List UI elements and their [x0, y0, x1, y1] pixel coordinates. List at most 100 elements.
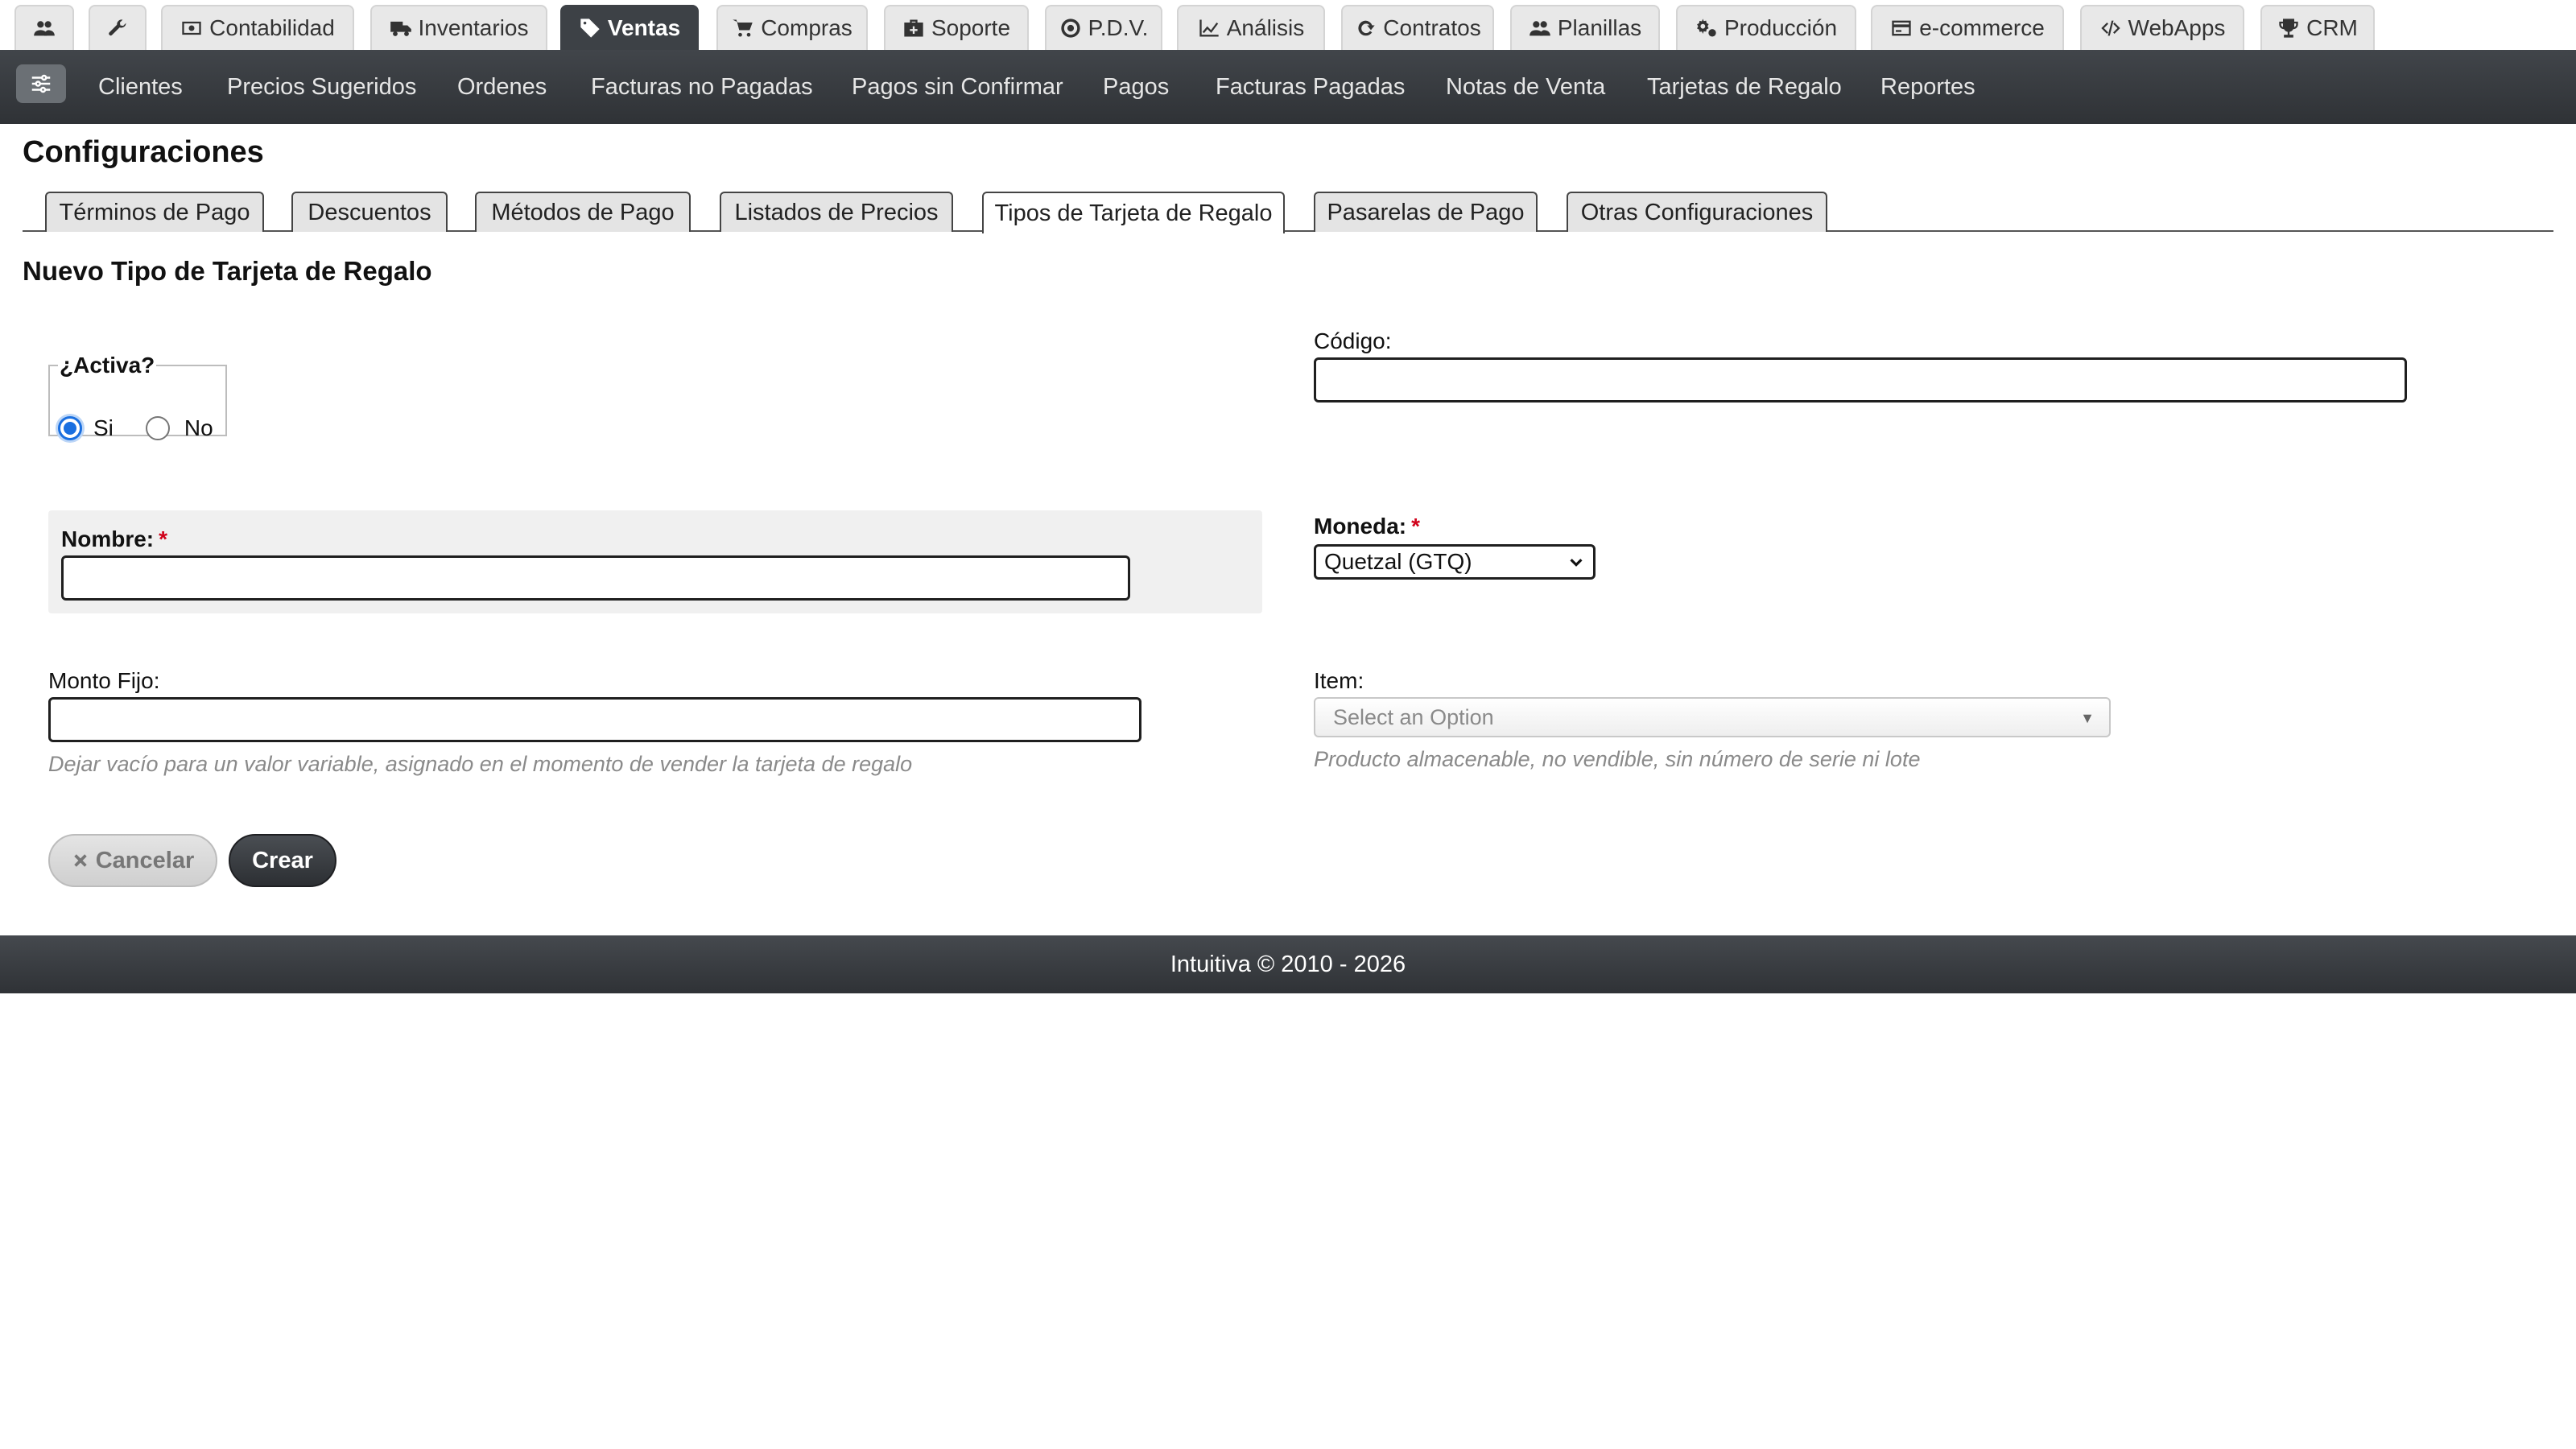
submenu-item-facturas-pagadas[interactable]: Facturas Pagadas [1216, 50, 1405, 124]
module-tab-label: e-commerce [1919, 15, 2045, 40]
sales-submenu: Clientes Precios Sugeridos Ordenes Factu… [0, 50, 2576, 124]
nombre-label: Nombre: * [61, 526, 167, 552]
submenu-item-clientes[interactable]: Clientes [98, 50, 183, 124]
module-tab-ecommerce[interactable]: e-commerce [1871, 5, 2064, 50]
submenu-item-pagos-sin-confirmar[interactable]: Pagos sin Confirmar [852, 50, 1063, 124]
module-tab-label: Contratos [1383, 15, 1481, 40]
module-tab-pdv[interactable]: P.D.V. [1045, 5, 1162, 50]
module-tab-ventas[interactable]: Ventas [560, 5, 699, 50]
config-tab-descuentos[interactable]: Descuentos [291, 192, 448, 232]
module-tab-label: P.D.V. [1088, 15, 1149, 40]
submenu-item-pagos[interactable]: Pagos [1103, 50, 1169, 124]
users-icon [1530, 21, 1550, 36]
cancel-button-label: Cancelar [95, 847, 195, 873]
create-button[interactable]: Crear [229, 834, 336, 887]
required-marker: * [159, 526, 168, 551]
submenu-item-precios-sugeridos[interactable]: Precios Sugeridos [227, 50, 416, 124]
cancel-button[interactable]: Cancelar [48, 834, 217, 887]
create-button-label: Crear [252, 847, 313, 873]
medkit-icon [904, 19, 923, 37]
page-title: Configuraciones [23, 135, 264, 169]
active-legend: ¿Activa? [60, 353, 155, 378]
module-tab-label: Compras [761, 15, 852, 40]
monto-fijo-input[interactable] [48, 697, 1141, 742]
nombre-input[interactable] [61, 555, 1130, 601]
module-tab-label: Análisis [1226, 15, 1305, 40]
config-tab-otras-configuraciones[interactable]: Otras Configuraciones [1567, 192, 1827, 232]
active-no-radio[interactable] [145, 416, 170, 440]
footer: Intuitiva © 2010 - 2026 [0, 935, 2576, 993]
submenu-item-ordenes[interactable]: Ordenes [457, 50, 547, 124]
close-icon [74, 854, 87, 867]
item-placeholder: Select an Option [1333, 704, 1494, 729]
module-tab-label: Contabilidad [209, 15, 335, 40]
moneda-label-text: Moneda: [1314, 514, 1407, 539]
caret-down-icon: ▼ [2080, 710, 2095, 726]
item-label: Item: [1314, 668, 1364, 693]
item-help: Producto almacenable, no vendible, sin n… [1314, 747, 1921, 771]
cogs-icon [1697, 19, 1716, 37]
item-select[interactable]: Select an Option ▼ [1314, 697, 2111, 737]
module-tab-contabilidad[interactable]: Contabilidad [161, 5, 354, 50]
sliders-icon [31, 74, 51, 93]
module-tab-produccion[interactable]: Producción [1676, 5, 1856, 50]
config-tab-listados-de-precios[interactable]: Listados de Precios [720, 192, 953, 232]
submenu-item-tarjetas-de-regalo[interactable]: Tarjetas de Regalo [1647, 50, 1842, 124]
chevron-down-icon [1570, 559, 1583, 567]
active-yes-label: Si [93, 415, 114, 440]
credit-card-icon [1892, 20, 1911, 36]
module-tab-label: Inventarios [418, 15, 529, 40]
truck-icon [390, 21, 411, 36]
wrench-icon [109, 19, 126, 36]
required-marker: * [1411, 514, 1421, 539]
active-radio-group: ¿Activa? Si No [48, 353, 227, 440]
module-tab-planillas[interactable]: Planillas [1510, 5, 1660, 50]
active-options: Si No [58, 415, 213, 441]
config-tab-metodos-de-pago[interactable]: Métodos de Pago [475, 192, 691, 232]
module-tab-label: Soporte [931, 15, 1011, 40]
module-tab-compras[interactable]: Compras [716, 5, 868, 50]
section-title: Nuevo Tipo de Tarjeta de Regalo [23, 256, 432, 286]
moneda-selected-value: Quetzal (GTQ) [1324, 549, 1472, 574]
submenu-item-notas-de-venta[interactable]: Notas de Venta [1446, 50, 1605, 124]
cart-icon [733, 19, 753, 37]
submenu-toggle-button[interactable] [16, 64, 66, 103]
nombre-label-text: Nombre: [61, 526, 155, 551]
module-tab-crm[interactable]: CRM [2260, 5, 2375, 50]
module-tab-soporte[interactable]: Soporte [884, 5, 1029, 50]
moneda-label: Moneda: * [1314, 514, 1420, 539]
refresh-icon [1358, 20, 1375, 36]
active-yes-radio[interactable] [58, 416, 82, 440]
monto-fijo-help: Dejar vacío para un valor variable, asig… [48, 752, 913, 776]
config-tab-terminos-de-pago[interactable]: Términos de Pago [45, 192, 264, 232]
submenu-item-reportes[interactable]: Reportes [1880, 50, 1975, 124]
codigo-label: Código: [1314, 328, 1392, 353]
module-tab-bar: Contabilidad Inventarios Ventas Compras … [0, 0, 2576, 50]
config-tab-tipos-de-tarjeta-de-regalo[interactable]: Tipos de Tarjeta de Regalo [982, 192, 1285, 233]
module-tab-label: WebApps [2128, 15, 2226, 40]
module-tab-label: CRM [2306, 15, 2358, 40]
module-tab-label: Planillas [1557, 15, 1642, 40]
module-tab-label: Ventas [607, 15, 681, 40]
module-tab-tools[interactable] [89, 5, 147, 50]
submenu-item-facturas-no-pagadas[interactable]: Facturas no Pagadas [591, 50, 813, 124]
module-tab-label: Producción [1724, 15, 1838, 40]
module-tab-analisis[interactable]: Análisis [1177, 5, 1325, 50]
module-tab-inventarios[interactable]: Inventarios [370, 5, 547, 50]
codigo-input[interactable] [1314, 357, 2407, 402]
code-icon [2100, 20, 2120, 36]
module-tab-users[interactable] [14, 5, 74, 50]
module-tab-contratos[interactable]: Contratos [1341, 5, 1494, 50]
active-no-label: No [184, 415, 213, 440]
users-icon [34, 21, 55, 36]
tags-icon [580, 19, 600, 38]
line-chart-icon [1199, 19, 1219, 37]
money-icon [182, 21, 201, 35]
dot-circle-icon [1060, 19, 1080, 38]
config-tab-pasarelas-de-pago[interactable]: Pasarelas de Pago [1314, 192, 1538, 232]
trophy-icon [2279, 19, 2298, 38]
module-tab-webapps[interactable]: WebApps [2080, 5, 2244, 50]
monto-fijo-label: Monto Fijo: [48, 668, 160, 693]
footer-text: Intuitiva © 2010 - 2026 [1170, 951, 1406, 977]
moneda-select[interactable]: Quetzal (GTQ) [1314, 544, 1596, 580]
